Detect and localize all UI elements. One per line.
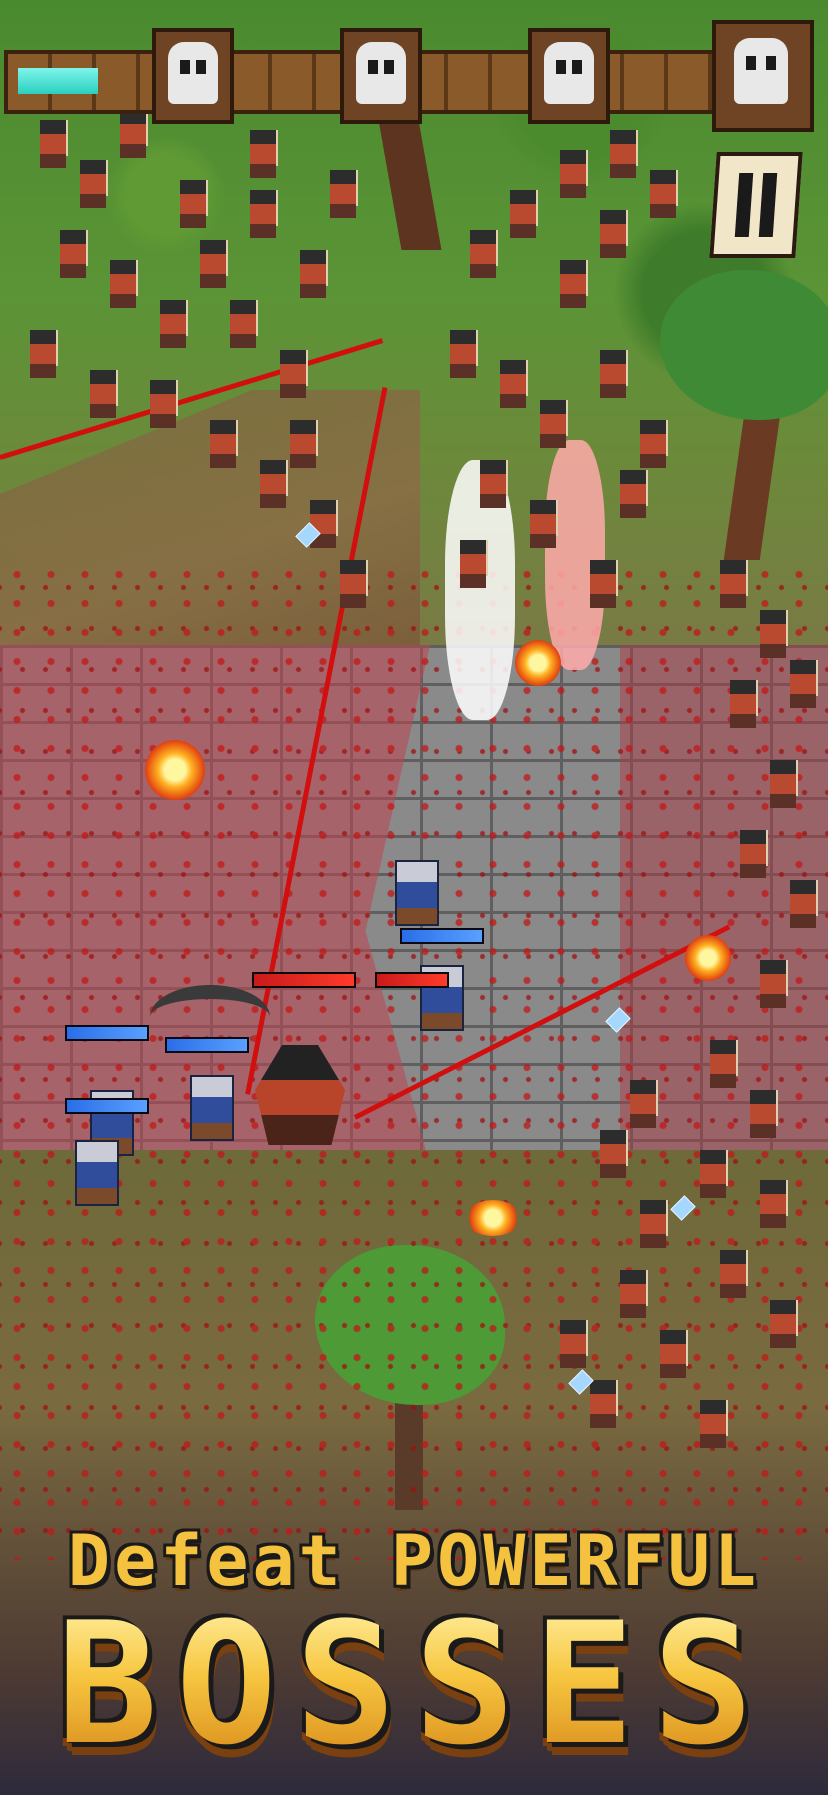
enemy-soldier — [640, 420, 666, 468]
enemy-soldier — [660, 1330, 686, 1378]
hero-knight[interactable] — [190, 1075, 234, 1141]
enemy-soldier — [300, 250, 326, 298]
enemy-soldier — [600, 210, 626, 258]
pause-button[interactable] — [709, 152, 803, 258]
skull-icon — [168, 42, 218, 104]
enemy-soldier — [150, 380, 176, 428]
wave-progress-bar — [0, 20, 828, 132]
enemy-soldier — [230, 300, 256, 348]
enemy-soldier — [720, 560, 746, 608]
enemy-soldier — [470, 230, 496, 278]
enemy-soldier — [600, 350, 626, 398]
enemy-soldier — [460, 540, 486, 588]
boss-scythe — [150, 985, 270, 1049]
fireball — [515, 640, 561, 686]
progress-track — [18, 68, 98, 94]
enemy-soldier — [730, 680, 756, 728]
enemy-soldier — [590, 560, 616, 608]
enemy-soldier — [210, 420, 236, 468]
enemy-soldier — [250, 190, 276, 238]
enemy-soldier — [770, 760, 796, 808]
skull-icon — [544, 42, 594, 104]
enemy-soldier — [80, 160, 106, 208]
holy-beam — [545, 440, 605, 670]
enemy-soldier — [650, 170, 676, 218]
enemy-soldier — [790, 880, 816, 928]
boss-marker-skull-icon — [712, 20, 814, 132]
fireball — [685, 935, 731, 981]
health-fill — [254, 974, 354, 986]
enemy-soldier — [560, 150, 586, 198]
enemy-soldier — [260, 460, 286, 508]
hero-health-bar — [65, 1098, 149, 1114]
boss-health-bar — [375, 972, 449, 988]
enemy-soldier — [740, 830, 766, 878]
enemy-soldier — [510, 190, 536, 238]
enemy-soldier — [700, 1150, 726, 1198]
enemy-soldier — [590, 1380, 616, 1428]
health-fill — [377, 974, 447, 986]
enemy-soldier — [620, 470, 646, 518]
hero-knight[interactable] — [75, 1140, 119, 1206]
enemy-soldier — [540, 400, 566, 448]
hero-knight[interactable] — [395, 860, 439, 926]
enemy-soldier — [480, 460, 506, 508]
enemy-soldier — [250, 130, 276, 178]
enemy-soldier — [110, 260, 136, 308]
boss-marker-skull-icon — [152, 28, 234, 124]
enemy-soldier — [450, 330, 476, 378]
enemy-soldier — [620, 1270, 646, 1318]
enemy-soldier — [560, 1320, 586, 1368]
health-fill — [67, 1027, 147, 1039]
skull-icon — [356, 42, 406, 104]
health-fill — [67, 1100, 147, 1112]
enemy-soldier — [60, 230, 86, 278]
enemy-soldier — [720, 1250, 746, 1298]
enemy-soldier — [180, 180, 206, 228]
enemy-soldier — [280, 350, 306, 398]
enemy-soldier — [790, 660, 816, 708]
enemy-soldier — [610, 130, 636, 178]
fireball — [145, 740, 205, 800]
boss-marker-skull-icon — [340, 28, 422, 124]
enemy-soldier — [640, 1200, 666, 1248]
enemy-soldier — [30, 330, 56, 378]
enemy-soldier — [340, 560, 366, 608]
enemy-soldier — [530, 500, 556, 548]
progress-fill — [18, 68, 98, 94]
enemy-soldier — [500, 360, 526, 408]
enemy-soldier — [760, 960, 786, 1008]
pause-icon — [734, 173, 754, 237]
enemy-soldier — [750, 1090, 776, 1138]
enemy-soldier — [700, 1400, 726, 1448]
enemy-soldier — [760, 1180, 786, 1228]
enemy-soldier — [770, 1300, 796, 1348]
health-fill — [402, 930, 482, 942]
enemy-soldier — [630, 1080, 656, 1128]
enemy-soldier — [760, 610, 786, 658]
enemy-soldier — [90, 370, 116, 418]
enemy-soldier — [160, 300, 186, 348]
enemy-soldier — [600, 1130, 626, 1178]
enemy-soldier — [120, 110, 146, 158]
enemy-soldier — [310, 500, 336, 548]
hero-health-bar — [400, 928, 484, 944]
enemy-soldier — [40, 120, 66, 168]
boss-health-bar — [252, 972, 356, 988]
fireball — [465, 1200, 521, 1236]
enemy-soldier — [200, 240, 226, 288]
promo-title: BOSSES — [0, 1600, 828, 1768]
enemy-soldier — [330, 170, 356, 218]
skull-icon — [734, 38, 788, 104]
enemy-soldier — [710, 1040, 736, 1088]
pause-icon — [758, 173, 778, 237]
boss-marker-skull-icon — [528, 28, 610, 124]
enemy-soldier — [560, 260, 586, 308]
enemy-soldier — [290, 420, 316, 468]
hero-health-bar — [65, 1025, 149, 1041]
